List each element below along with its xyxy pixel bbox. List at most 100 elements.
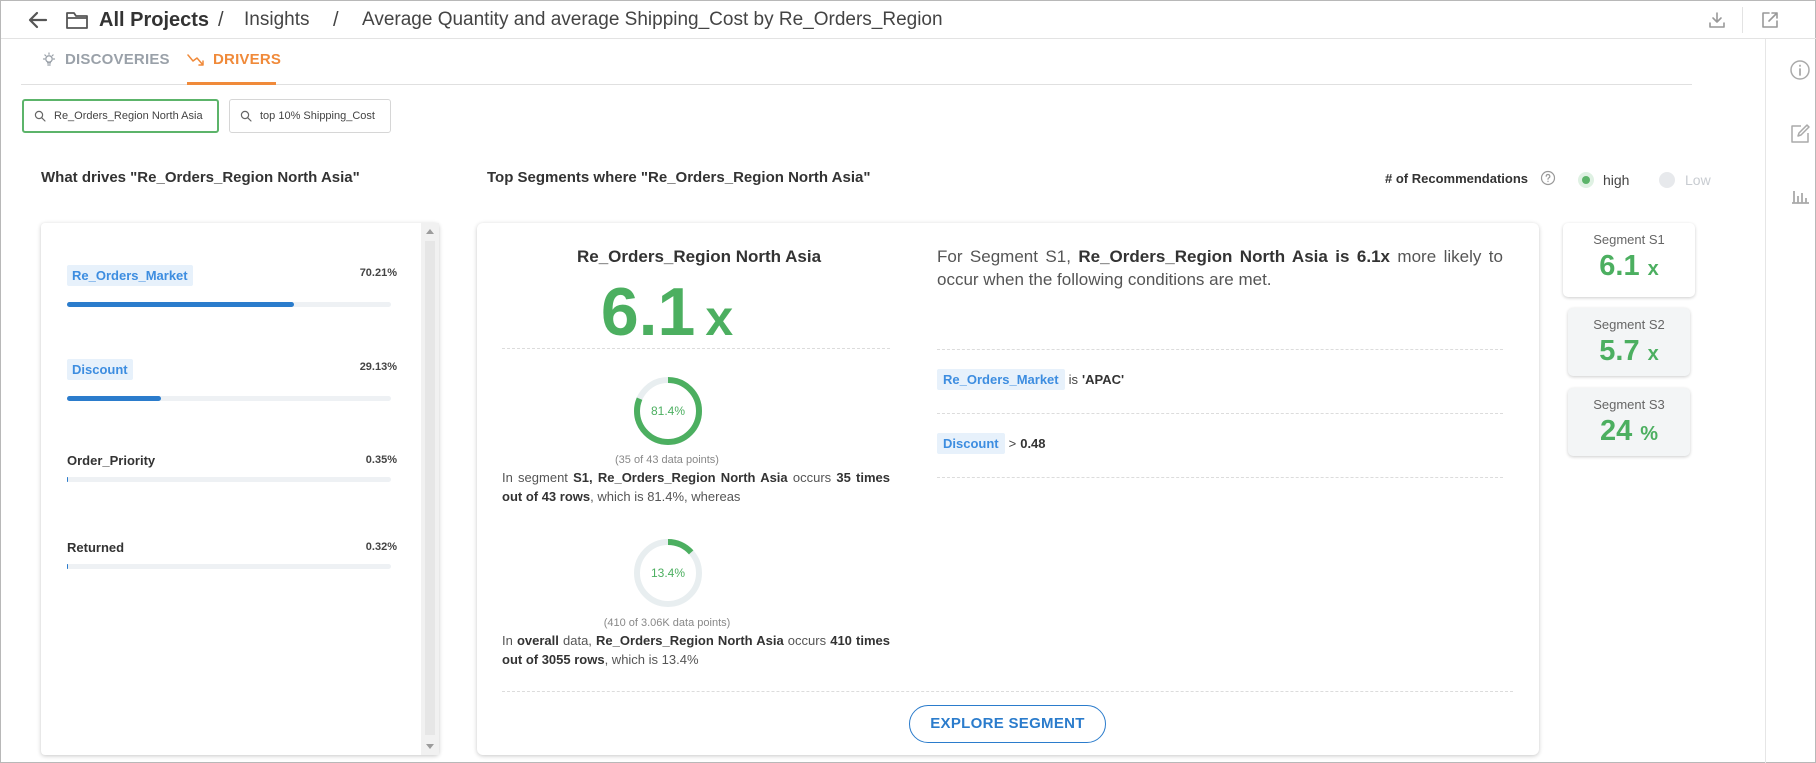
- driver-row[interactable]: Re_Orders_Market 70.21%: [67, 265, 397, 307]
- segment-card-label: Segment S1: [1593, 232, 1665, 247]
- condition-operator: is: [1068, 372, 1079, 387]
- folder-icon[interactable]: [65, 9, 89, 31]
- segment-donut-sub: (35 of 43 data points): [615, 454, 719, 466]
- tab-drivers[interactable]: DRIVERS: [187, 51, 281, 68]
- segment-card-unit: x: [1647, 343, 1659, 365]
- radio-low[interactable]: [1659, 172, 1675, 188]
- segment-card-number: 24: [1599, 415, 1633, 447]
- tab-discoveries[interactable]: DISCOVERIES: [41, 51, 170, 68]
- segment-card-s2[interactable]: Segment S2 5.7 x: [1568, 308, 1690, 376]
- divider: [502, 691, 1513, 692]
- info-icon[interactable]: [1789, 59, 1811, 81]
- driver-row[interactable]: Order_Priority 0.35%: [67, 452, 397, 482]
- condition-field[interactable]: Re_Orders_Market: [937, 369, 1065, 390]
- segment-lift-value: 6.1 x: [577, 273, 757, 351]
- drivers-panel: Re_Orders_Market 70.21% Discount 29.13% …: [41, 223, 439, 755]
- driver-percent: 0.32%: [365, 541, 397, 553]
- driver-bar-fill: [67, 564, 69, 569]
- segment-card-s3[interactable]: Segment S3 24%: [1568, 388, 1690, 456]
- filter-chip-region[interactable]: Re_Orders_Region North Asia: [22, 99, 219, 133]
- segment-card-label: Segment S2: [1593, 317, 1665, 332]
- text-part: occurs: [787, 470, 837, 485]
- segment-card-value: 5.7 x: [1568, 335, 1690, 368]
- driver-percent: 70.21%: [359, 267, 397, 279]
- explore-segment-button[interactable]: EXPLORE SEGMENT: [909, 705, 1106, 743]
- segment-explanation: For Segment S1, Re_Orders_Region North A…: [937, 245, 1503, 291]
- overall-occurrence-text: In overall data, Re_Orders_Region North …: [502, 631, 890, 669]
- segment-donut-chart: 81.4%: [634, 377, 702, 445]
- driver-bar-track: [67, 477, 391, 482]
- segment-title: Re_Orders_Region North Asia: [577, 247, 822, 266]
- segment-card-number: 5.7: [1599, 335, 1640, 367]
- driver-percent: 29.13%: [359, 361, 397, 373]
- text-part: In: [502, 633, 517, 648]
- segment-card-value: 6.1 x: [1563, 250, 1695, 283]
- bar-chart-icon[interactable]: [1789, 184, 1811, 206]
- driver-name: Re_Orders_Market: [67, 265, 193, 286]
- header-divider: [1742, 7, 1743, 33]
- tab-bar: DISCOVERIES DRIVERS: [21, 39, 1692, 85]
- driver-bar-track: [67, 302, 391, 307]
- filter-chip-shipping[interactable]: top 10% Shipping_Cost: [229, 99, 391, 133]
- condition-value: 0.48: [1020, 436, 1046, 451]
- search-icon: [240, 110, 252, 122]
- condition-row: Re_Orders_Market is 'APAC': [937, 369, 1124, 390]
- back-arrow-icon[interactable]: [27, 9, 49, 31]
- recommendations-label: # of Recommendations: [1385, 171, 1529, 186]
- share-icon[interactable]: [1760, 10, 1780, 30]
- text-bold: Re_Orders_Region North Asia: [596, 633, 784, 648]
- edit-icon[interactable]: [1789, 123, 1811, 145]
- trend-icon: [187, 53, 204, 66]
- divider: [502, 348, 890, 349]
- segment-donut-label: 81.4%: [651, 404, 685, 418]
- segment-card-s1[interactable]: Segment S1 6.1 x: [1563, 223, 1695, 297]
- driver-bar-fill: [67, 302, 295, 307]
- driver-percent: 0.35%: [365, 454, 397, 466]
- download-icon[interactable]: [1707, 10, 1727, 30]
- scroll-down-icon[interactable]: [426, 744, 434, 749]
- divider: [937, 413, 1503, 414]
- driver-row[interactable]: Returned 0.32%: [67, 539, 397, 569]
- segment-detail-card: Re_Orders_Region North Asia 6.1 x 81.4% (…: [477, 223, 1539, 755]
- text-bold: overall: [516, 633, 559, 648]
- app-frame: All Projects / Insights / Average Quanti…: [0, 0, 1816, 763]
- breadcrumb-insights[interactable]: Insights: [244, 9, 309, 31]
- right-rail-divider: [1765, 39, 1766, 763]
- segments-section-title: Top Segments where "Re_Orders_Region Nor…: [487, 169, 871, 186]
- lift-number: 6.1: [600, 274, 696, 350]
- radio-high[interactable]: [1578, 172, 1594, 188]
- divider: [937, 477, 1503, 478]
- text-part: In segment: [502, 470, 574, 485]
- radio-high-label: high: [1603, 172, 1630, 188]
- text-part: For Segment S1,: [937, 247, 1079, 266]
- driver-name: Order_Priority: [67, 453, 156, 468]
- text-bold: Re_Orders_Region North Asia is 6.1x: [1078, 247, 1390, 266]
- overall-donut-sub: (410 of 3.06K data points): [603, 617, 731, 629]
- condition-value: 'APAC': [1082, 372, 1125, 387]
- text-part: , which is 81.4%, whereas: [590, 489, 741, 504]
- condition-field[interactable]: Discount: [937, 433, 1005, 454]
- condition-operator: >: [1008, 436, 1017, 451]
- tab-drivers-label: DRIVERS: [213, 51, 282, 68]
- help-icon[interactable]: [1540, 170, 1556, 186]
- segment-card-unit: x: [1647, 258, 1659, 280]
- filter-chip-label: top 10% Shipping_Cost: [260, 110, 375, 122]
- overall-donut-label: 13.4%: [651, 566, 685, 580]
- breadcrumb-all-projects[interactable]: All Projects: [99, 9, 209, 32]
- segment-card-number: 6.1: [1599, 250, 1640, 282]
- drivers-scrollbar[interactable]: [421, 223, 439, 755]
- driver-bar-track: [67, 564, 391, 569]
- drivers-section-title: What drives "Re_Orders_Region North Asia…: [41, 169, 360, 186]
- segment-occurrence-text: In segment S1, Re_Orders_Region North As…: [502, 468, 890, 506]
- scroll-up-icon[interactable]: [426, 229, 434, 234]
- divider: [937, 349, 1503, 350]
- active-tab-indicator: [187, 82, 276, 85]
- lift-unit: x: [705, 290, 734, 346]
- scrollbar-thumb[interactable]: [425, 241, 435, 735]
- text-part: , which is 13.4%: [604, 652, 699, 667]
- driver-bar-track: [67, 396, 391, 401]
- search-icon: [34, 110, 46, 122]
- bulb-icon: [42, 51, 56, 66]
- driver-row[interactable]: Discount 29.13%: [67, 359, 397, 401]
- breadcrumb-separator: /: [218, 9, 224, 31]
